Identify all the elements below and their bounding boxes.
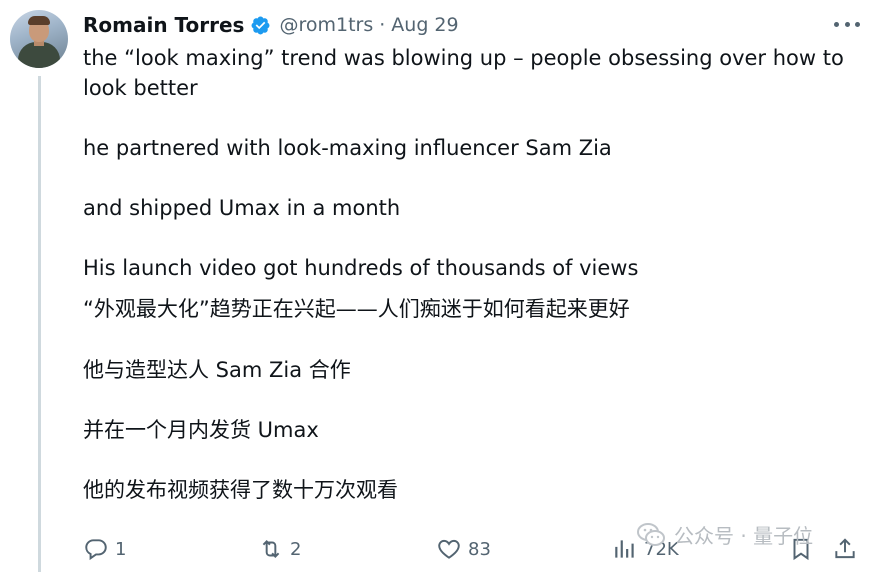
share-button[interactable] xyxy=(832,536,858,562)
avatar[interactable] xyxy=(10,10,68,68)
tweet-text-line: the “look maxing” trend was blowing up –… xyxy=(83,46,844,70)
wechat-icon xyxy=(637,522,665,546)
like-count: 83 xyxy=(468,538,491,560)
tweet-text-line: 并在一个月内发货 Umax xyxy=(83,418,319,442)
tweet-text-line: and shipped Umax in a month xyxy=(83,196,401,220)
reply-count: 1 xyxy=(115,538,127,560)
separator-dot: · xyxy=(379,14,386,36)
share-icon xyxy=(835,538,855,559)
watermark-text: 公众号 · 量子位 xyxy=(674,524,814,548)
reply-icon xyxy=(85,539,107,561)
author-handle[interactable]: @rom1trs xyxy=(279,14,373,36)
watermark: 公众号 · 量子位 xyxy=(636,520,813,549)
tweet-text-line: 他与造型达人 Sam Zia 合作 xyxy=(83,358,351,382)
tweet-text-line: 他的发布视频获得了数十万次观看 xyxy=(83,478,398,502)
like-button[interactable]: 83 xyxy=(436,536,491,562)
tweet-text-line: “外观最大化”趋势正在兴起——人们痴迷于如何看起来更好 xyxy=(83,297,630,321)
reply-button[interactable]: 1 xyxy=(83,536,126,562)
tweet-date[interactable]: Aug 29 xyxy=(391,14,458,36)
repost-count: 2 xyxy=(290,538,302,560)
analytics-icon xyxy=(615,540,634,558)
thread-line xyxy=(38,76,41,572)
more-options-icon[interactable] xyxy=(834,14,860,34)
tweet-text-line: His launch video got hundreds of thousan… xyxy=(83,256,639,280)
verified-badge-icon xyxy=(252,16,270,34)
heart-icon xyxy=(438,539,460,559)
tweet-text-line: look better xyxy=(83,76,198,100)
repost-button[interactable]: 2 xyxy=(258,536,301,562)
author-name[interactable]: Romain Torres xyxy=(83,13,244,37)
tweet-header: Romain Torres @rom1trs · Aug 29 xyxy=(83,11,459,39)
tweet-text-line: he partnered with look-maxing influencer… xyxy=(83,136,612,160)
repost-icon xyxy=(262,540,280,558)
